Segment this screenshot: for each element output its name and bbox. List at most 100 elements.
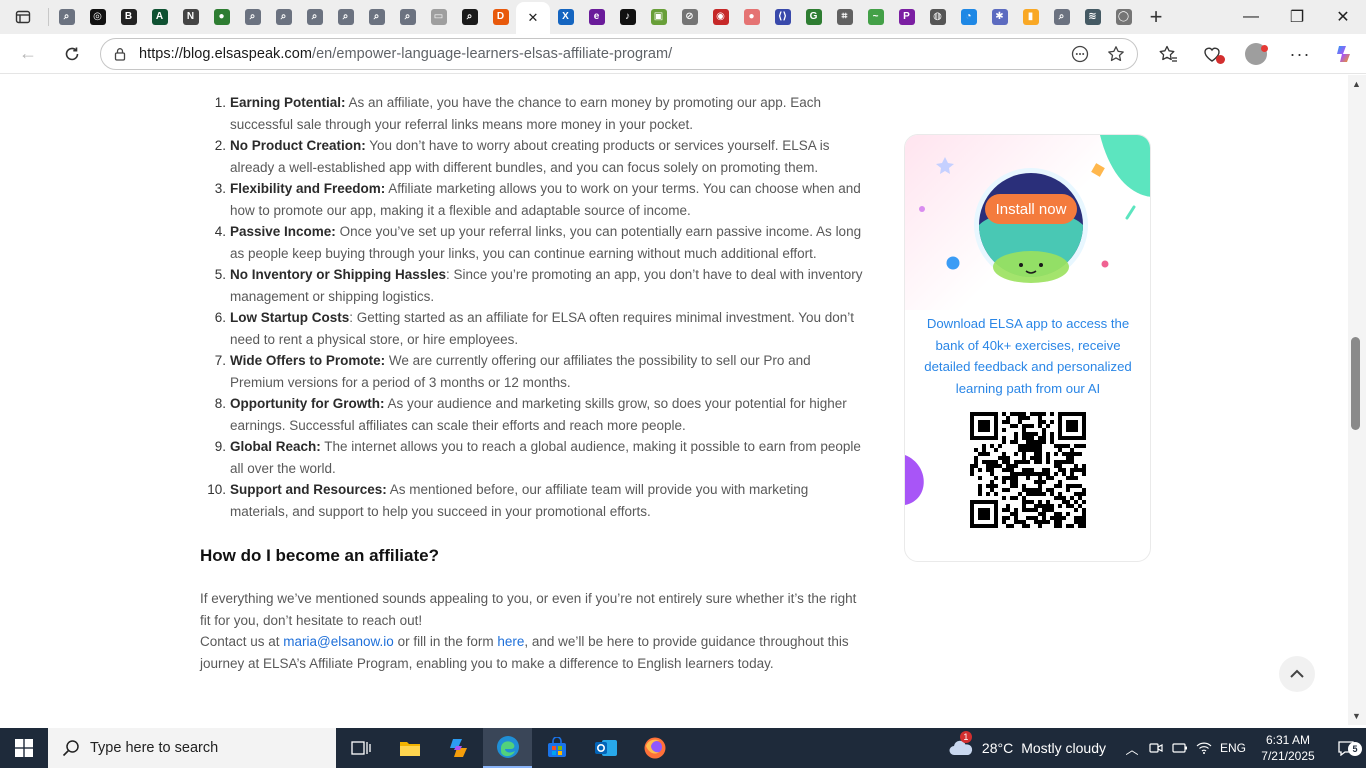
qr-code[interactable] bbox=[970, 412, 1086, 528]
language-indicator[interactable]: ENG bbox=[1216, 741, 1250, 755]
browser-after-tab-14[interactable]: ✱ bbox=[984, 2, 1015, 32]
benefit-number: 10. bbox=[207, 482, 226, 497]
favorite-button[interactable] bbox=[1101, 38, 1131, 70]
browser-after-tab-15[interactable]: ▮ bbox=[1015, 2, 1046, 32]
browser-after-tab-11[interactable]: P bbox=[891, 2, 922, 32]
browser-tab-3[interactable]: A bbox=[144, 2, 175, 32]
browser-tab-10[interactable]: ⌕ bbox=[361, 2, 392, 32]
browser-tab-5[interactable]: ● bbox=[206, 2, 237, 32]
task-view-button[interactable] bbox=[336, 728, 385, 768]
battery-button[interactable] bbox=[1168, 732, 1192, 764]
benefit-title: Opportunity for Growth: bbox=[230, 396, 385, 411]
search-icon: ⌕ bbox=[244, 9, 261, 25]
search-placeholder: Type here to search bbox=[90, 740, 219, 756]
browser-after-tab-17[interactable]: ≋ bbox=[1077, 2, 1108, 32]
browser-after-tab-3[interactable]: ▣ bbox=[643, 2, 674, 32]
form-link[interactable]: here bbox=[497, 634, 524, 649]
store-button[interactable] bbox=[532, 728, 581, 768]
browser-tab-8[interactable]: ⌕ bbox=[299, 2, 330, 32]
browser-after-tab-18[interactable]: ◯ bbox=[1108, 2, 1139, 32]
browser-after-tab-12[interactable]: ◍ bbox=[922, 2, 953, 32]
windows-icon bbox=[15, 739, 33, 757]
browser-after-tab-2[interactable]: ♪ bbox=[612, 2, 643, 32]
chevron-up-icon: ︿ bbox=[1125, 741, 1139, 757]
browser-after-tab-13[interactable]: ◔ bbox=[953, 2, 984, 32]
browser-after-tab-7[interactable]: ⟨⟩ bbox=[767, 2, 798, 32]
firefox-button[interactable] bbox=[630, 728, 679, 768]
browser-tab-7[interactable]: ⌕ bbox=[268, 2, 299, 32]
restore-button[interactable]: ❐ bbox=[1274, 0, 1320, 34]
browser-after-tab-4[interactable]: ⊘ bbox=[674, 2, 705, 32]
clock[interactable]: 6:31 AM 7/21/2025 bbox=[1250, 732, 1326, 764]
browser-after-tab-5[interactable]: ◉ bbox=[705, 2, 736, 32]
browser-after-tab-6[interactable]: ● bbox=[736, 2, 767, 32]
cloud-icon: 1 bbox=[948, 731, 974, 759]
email-link[interactable]: maria@elsanow.io bbox=[283, 634, 394, 649]
back-button[interactable]: ← bbox=[10, 38, 46, 70]
browser-after-tab-10[interactable]: ~ bbox=[860, 2, 891, 32]
search-icon: ⌕ bbox=[399, 9, 416, 25]
settings-more-button[interactable]: ··· bbox=[1278, 38, 1322, 70]
copilot-app-button[interactable] bbox=[434, 728, 483, 768]
folder-icon bbox=[399, 742, 420, 756]
browser-tab-13[interactable]: ⌕ bbox=[454, 2, 485, 32]
benefit-title: Earning Potential: bbox=[230, 95, 346, 110]
install-now-button[interactable]: Install now bbox=[985, 194, 1077, 224]
profile-button[interactable] bbox=[1234, 38, 1278, 70]
browser-tab-0[interactable]: ⌕ bbox=[51, 2, 82, 32]
browser-essentials-button[interactable] bbox=[1190, 38, 1234, 70]
network-button[interactable] bbox=[1192, 732, 1216, 764]
system-tray: 1 28°C Mostly cloudy ︿ ENG 6:31 AM 7/21/… bbox=[948, 728, 1366, 768]
paragraph-intro: If everything we’ve mentioned sounds app… bbox=[200, 591, 857, 628]
favorites-star-icon bbox=[1159, 45, 1177, 62]
scroll-up-arrow-icon[interactable]: ▲ bbox=[1352, 79, 1361, 89]
copilot-icon bbox=[1337, 46, 1350, 62]
lock-icon[interactable] bbox=[113, 47, 127, 61]
chevron-up-icon bbox=[1290, 669, 1304, 678]
minimize-button[interactable]: — bbox=[1228, 0, 1274, 34]
file-explorer-button[interactable] bbox=[385, 728, 434, 768]
browser-tab-4[interactable]: N bbox=[175, 2, 206, 32]
scroll-to-top-button[interactable] bbox=[1279, 656, 1315, 692]
refresh-button[interactable] bbox=[54, 38, 90, 70]
show-hidden-icons-button[interactable]: ︿ bbox=[1120, 732, 1144, 764]
favorites-button[interactable] bbox=[1146, 38, 1190, 70]
close-window-button[interactable]: ✕ bbox=[1320, 0, 1366, 34]
browser-after-tab-16[interactable]: ⌕ bbox=[1046, 2, 1077, 32]
scroll-down-arrow-icon[interactable]: ▼ bbox=[1352, 711, 1361, 721]
meet-now-button[interactable] bbox=[1144, 732, 1168, 764]
browser-tab-2[interactable]: B bbox=[113, 2, 144, 32]
notifications-button[interactable]: 5 bbox=[1326, 732, 1366, 764]
browser-tab-11[interactable]: ⌕ bbox=[392, 2, 423, 32]
battery-icon bbox=[1172, 743, 1187, 753]
taskbar-search[interactable]: Type here to search bbox=[48, 728, 336, 768]
tab-actions-button[interactable] bbox=[0, 0, 46, 34]
back-arrow-icon: ← bbox=[19, 43, 37, 63]
page-scrollbar[interactable]: ▲ ▼ bbox=[1348, 75, 1366, 725]
browser-after-tab-1[interactable]: e bbox=[581, 2, 612, 32]
browser-after-tab-8[interactable]: G bbox=[798, 2, 829, 32]
browser-tab-14[interactable]: D bbox=[485, 2, 516, 32]
edge-taskbar-button[interactable] bbox=[483, 728, 532, 768]
new-tab-button[interactable]: + bbox=[1139, 2, 1173, 32]
url-text[interactable]: https://blog.elsaspeak.com/en/empower-la… bbox=[139, 46, 672, 62]
browser-tab-9[interactable]: ⌕ bbox=[330, 2, 361, 32]
address-bar[interactable]: https://blog.elsaspeak.com/en/empower-la… bbox=[100, 38, 1138, 70]
reading-mode-button[interactable] bbox=[1065, 38, 1095, 70]
browser-tab-6[interactable]: ⌕ bbox=[237, 2, 268, 32]
copilot-button[interactable] bbox=[1322, 38, 1366, 70]
taskbar: Type here to search 1 28°C Mostly cloudy… bbox=[0, 728, 1366, 768]
browser-after-tab-9[interactable]: ⌗ bbox=[829, 2, 860, 32]
browser-tab-1[interactable]: ◎ bbox=[82, 2, 113, 32]
search-icon: ⌕ bbox=[337, 9, 354, 25]
close-tab-icon[interactable]: ✕ bbox=[528, 10, 539, 26]
outlook-button[interactable] bbox=[581, 728, 630, 768]
benefit-item: 8. Opportunity for Growth: As your audien… bbox=[215, 393, 865, 436]
start-button[interactable] bbox=[0, 728, 48, 768]
browser-tab-12[interactable]: ▭ bbox=[423, 2, 454, 32]
browser-after-tab-0[interactable]: X bbox=[550, 2, 581, 32]
weather-widget[interactable]: 1 28°C Mostly cloudy bbox=[948, 731, 1106, 759]
toolbar-right: ··· bbox=[1146, 34, 1366, 74]
active-tab[interactable]: ✕ bbox=[516, 2, 550, 34]
scrollbar-thumb[interactable] bbox=[1351, 337, 1360, 430]
